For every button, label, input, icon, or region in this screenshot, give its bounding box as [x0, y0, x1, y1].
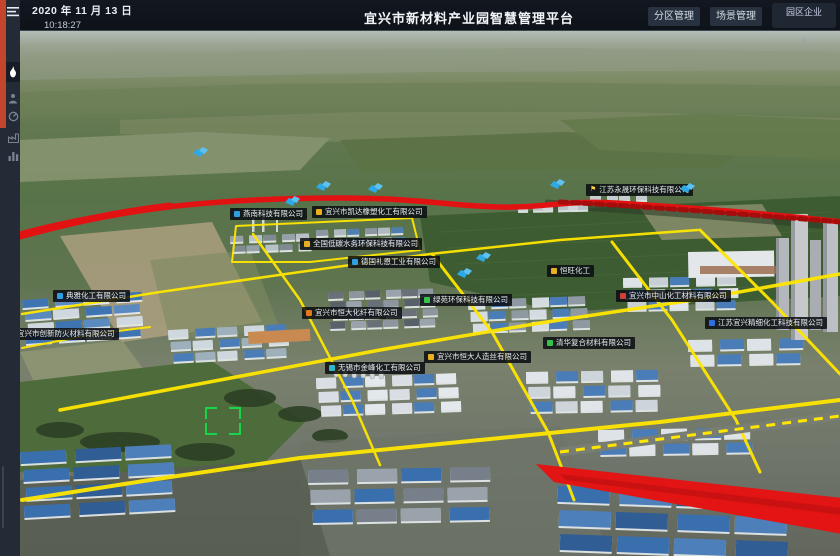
gauge-icon[interactable] — [6, 108, 20, 124]
company-marker-icon — [551, 268, 557, 274]
factory-icon[interactable] — [6, 130, 20, 146]
top-bar: 2020 年 11 月 13 日 10:18:27 宜兴市新材料产业园智慧管理平… — [0, 0, 840, 31]
company-label-text: 德国礼恩工业有限公司 — [361, 258, 436, 266]
company-label[interactable]: 无锡市金峰化工有限公司 — [325, 362, 425, 374]
company-label[interactable]: 宜兴市创新防火材料有限公司 — [4, 328, 119, 340]
park-enterprise-dropdown[interactable]: 园区企业 ∨ — [772, 3, 836, 28]
blue-3d-marker-icon[interactable] — [316, 181, 331, 192]
company-label[interactable]: 宜兴市中山化工材料有限公司 — [616, 290, 731, 302]
blue-3d-marker-icon[interactable] — [550, 179, 565, 190]
bar-chart-icon[interactable] — [6, 148, 20, 164]
company-label-text: 宜兴市恒大人造丝有限公司 — [437, 353, 527, 361]
company-label-text: 宜兴市创新防火材料有限公司 — [17, 330, 115, 338]
company-label[interactable]: 燕南科技有限公司 — [230, 208, 307, 220]
company-label[interactable]: 典雅化工有限公司 — [53, 290, 130, 302]
company-label-text: 宜兴市中山化工材料有限公司 — [629, 292, 727, 300]
company-label[interactable]: 清华复合材料有限公司 — [543, 337, 635, 349]
company-label-text: 恒旺化工 — [560, 267, 590, 275]
date-label: 2020 年 11 月 13 日 — [32, 3, 132, 18]
company-label-text: 宜兴市恒大化纤有限公司 — [315, 309, 398, 317]
company-label-text: 燕南科技有限公司 — [243, 210, 303, 218]
map-selection-box — [205, 407, 241, 435]
company-marker-icon — [428, 354, 434, 360]
menu-icon[interactable] — [5, 4, 20, 20]
company-label[interactable]: 宜兴市恒大化纤有限公司 — [302, 307, 402, 319]
company-label-text: 绿苑环保科技有限公司 — [433, 296, 508, 304]
dropdown-label: 园区企业 — [772, 3, 836, 18]
company-label-text: 江苏永晟环保科技有限公司 — [599, 186, 689, 194]
sidebar-scroll-hint — [2, 466, 4, 528]
company-label-text: 宜兴市凯达橡塑化工有限公司 — [325, 208, 423, 216]
blue-3d-marker-icon[interactable] — [680, 183, 695, 194]
company-marker-icon — [709, 320, 715, 326]
user-icon[interactable] — [6, 90, 20, 106]
company-marker-icon — [424, 297, 430, 303]
company-marker-icon — [547, 340, 553, 346]
company-marker-icon — [329, 365, 335, 371]
company-marker-icon — [316, 209, 322, 215]
map-3d-scene[interactable] — [0, 0, 840, 556]
company-marker-icon — [352, 259, 358, 265]
company-marker-icon — [57, 293, 63, 299]
blue-3d-marker-icon[interactable] — [476, 252, 491, 263]
blue-3d-marker-icon[interactable] — [285, 196, 300, 207]
company-label[interactable]: 恒旺化工 — [547, 265, 594, 277]
scene-manage-button[interactable]: 场景管理 — [710, 7, 762, 26]
company-label-text: 江苏宜兴精细化工科技有限公司 — [718, 319, 823, 327]
company-marker-icon — [304, 241, 310, 247]
fire-icon[interactable] — [6, 62, 20, 82]
company-label-text: 清华复合材料有限公司 — [556, 339, 631, 347]
company-label-text: 典雅化工有限公司 — [66, 292, 126, 300]
company-label-text: 无锡市金峰化工有限公司 — [338, 364, 421, 372]
blue-3d-marker-icon[interactable] — [368, 183, 383, 194]
partition-manage-button[interactable]: 分区管理 — [648, 7, 700, 26]
flag-icon: ⚑ — [590, 187, 596, 193]
time-label: 10:18:27 — [44, 20, 132, 31]
sidebar — [0, 0, 20, 556]
company-marker-icon — [306, 310, 312, 316]
page-title: 宜兴市新材料产业园智慧管理平台 — [364, 8, 574, 27]
blue-3d-marker-icon[interactable] — [193, 147, 208, 158]
company-label[interactable]: ⚑江苏永晟环保科技有限公司 — [586, 184, 693, 196]
company-marker-icon — [620, 293, 626, 299]
blue-3d-marker-icon[interactable] — [457, 268, 472, 279]
chevron-down-icon: ∨ — [772, 36, 836, 44]
company-label-text: 全国低碳水务环保科技有限公司 — [313, 240, 418, 248]
datetime: 2020 年 11 月 13 日 10:18:27 — [32, 3, 132, 31]
company-label[interactable]: 宜兴市凯达橡塑化工有限公司 — [312, 206, 427, 218]
company-marker-icon — [234, 211, 240, 217]
company-label[interactable]: 江苏宜兴精细化工科技有限公司 — [705, 317, 827, 329]
company-label[interactable]: 宜兴市恒大人造丝有限公司 — [424, 351, 531, 363]
company-label[interactable]: 德国礼恩工业有限公司 — [348, 256, 440, 268]
company-label[interactable]: 绿苑环保科技有限公司 — [420, 294, 512, 306]
company-label[interactable]: 全国低碳水务环保科技有限公司 — [300, 238, 422, 250]
